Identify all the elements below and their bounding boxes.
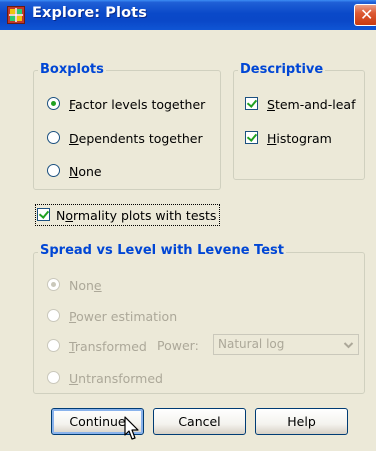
spread-vs-level-label: Spread vs Level with Levene Test	[38, 243, 286, 258]
power-select[interactable]: Natural log	[213, 334, 359, 355]
radio-button[interactable]	[47, 164, 60, 177]
accel-key: S	[267, 97, 275, 112]
checkbox-checked[interactable]	[245, 131, 258, 144]
radio-button-selected[interactable]	[47, 278, 60, 291]
spss-app-icon	[7, 6, 25, 24]
radio-label: ransformed	[74, 339, 147, 354]
window-title: Explore: Plots	[32, 5, 147, 21]
descriptive-group	[233, 70, 365, 180]
accel-key: N	[69, 164, 79, 179]
checkbox-checked[interactable]	[245, 97, 258, 110]
accel-key: U	[69, 371, 79, 386]
close-button[interactable]: ✕	[354, 4, 376, 26]
power-label: Power:	[157, 338, 199, 353]
accel-key: e	[93, 278, 102, 293]
explore-plots-dialog: Explore: Plots ✕ Boxplots Factor levels …	[0, 0, 376, 451]
radio-button[interactable]	[47, 131, 60, 144]
descriptive-label: Descriptive	[238, 62, 326, 77]
window-frame-edge	[366, 30, 376, 451]
mouse-pointer-icon	[124, 416, 139, 440]
title-bar[interactable]: Explore: Plots ✕	[0, 0, 376, 30]
chevron-down-icon[interactable]	[340, 336, 357, 353]
radio-button-selected[interactable]	[47, 97, 60, 110]
boxplots-label: Boxplots	[38, 62, 106, 77]
close-icon: ✕	[360, 5, 374, 24]
radio-label: ntransformed	[78, 371, 163, 386]
accel-key: D	[69, 131, 79, 146]
radio-button[interactable]	[47, 309, 60, 322]
power-select-value: Natural log	[218, 337, 285, 351]
radio-button[interactable]	[47, 371, 60, 384]
radio-label: Non	[69, 278, 94, 293]
checkbox-label: tem-and-leaf	[274, 97, 356, 112]
checkbox-checked[interactable]	[37, 208, 50, 221]
radio-button[interactable]	[47, 339, 60, 352]
radio-label: ower estimation	[76, 309, 178, 324]
checkbox-label-prefix: N	[56, 208, 66, 223]
help-button[interactable]: Help	[255, 408, 348, 435]
accel-key: o	[65, 208, 74, 223]
boxplots-group	[33, 70, 221, 190]
radio-label: actor levels together	[75, 97, 206, 112]
accel-key: H	[267, 131, 277, 146]
radio-label: one	[78, 164, 102, 179]
checkbox-label: rmality plots with tests	[73, 208, 217, 223]
cancel-button[interactable]: Cancel	[153, 408, 246, 435]
radio-label: ependents together	[78, 131, 203, 146]
checkbox-label: istogram	[276, 131, 332, 146]
